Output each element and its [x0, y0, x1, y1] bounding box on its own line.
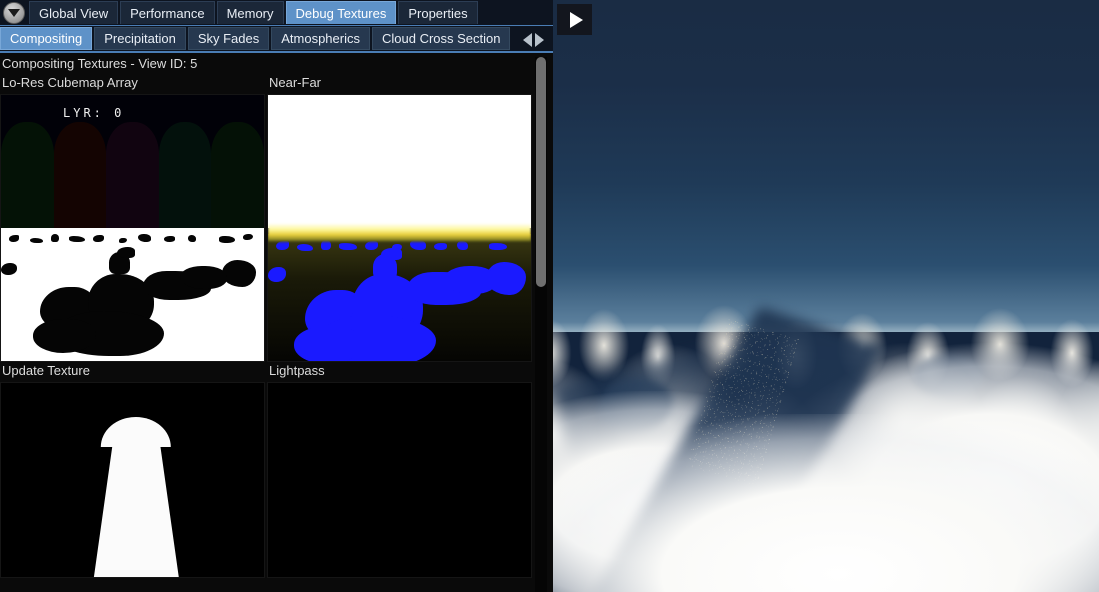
cubemap-face: [53, 121, 107, 229]
cubemap-face: [158, 121, 212, 229]
texture-row-1: LYR: 0: [0, 94, 553, 363]
texture-label-update-texture: Update Texture: [2, 363, 90, 379]
near-far-ground-region: [268, 233, 531, 362]
texture-preview-lo-res-cubemap-array[interactable]: LYR: 0: [0, 94, 265, 363]
cubemap-face: [1, 121, 54, 229]
chevron-down-icon: [8, 9, 20, 17]
texture-label-row-2: Update Texture Lightpass: [0, 362, 553, 383]
frustum-shape: [92, 439, 181, 578]
cubemap-sky-region: [1, 95, 264, 229]
triangle-left-icon[interactable]: [522, 32, 532, 47]
cubemap-face: [106, 121, 159, 229]
subtab-compositing[interactable]: Compositing: [0, 27, 93, 50]
render-viewport[interactable]: [553, 0, 1099, 592]
circle-dropdown-icon[interactable]: [3, 2, 25, 24]
texture-preview-near-far[interactable]: [267, 94, 532, 363]
panel-scrollbar-track[interactable]: [535, 57, 547, 592]
tab-memory[interactable]: Memory: [216, 1, 284, 24]
texture-label-lo-res-cubemap-array: Lo-Res Cubemap Array: [2, 75, 138, 91]
play-icon: [569, 11, 583, 28]
texture-label-lightpass: Lightpass: [269, 363, 325, 379]
cloud-field: [553, 0, 1099, 592]
application-window: Global View Performance Memory Debug Tex…: [0, 0, 1099, 592]
tab-debug-textures[interactable]: Debug Textures: [285, 1, 397, 24]
subtab-sky-fades[interactable]: Sky Fades: [187, 27, 270, 50]
tab-properties[interactable]: Properties: [398, 1, 478, 24]
texture-label-near-far: Near-Far: [269, 75, 322, 91]
main-tab-bar: Global View Performance Memory Debug Tex…: [0, 0, 553, 26]
cubemap-coverage-region: [1, 228, 264, 362]
texture-label-row-1: Lo-Res Cubemap Array Near-Far: [0, 74, 553, 95]
layer-index-overlay: LYR: 0: [63, 106, 125, 121]
cubemap-face-arches: [1, 95, 264, 229]
subtab-cloud-cross-section[interactable]: Cloud Cross Section: [371, 27, 511, 50]
debug-panel-body: Compositing Textures - View ID: 5 Lo-Res…: [0, 53, 553, 590]
texture-preview-lightpass[interactable]: [267, 382, 532, 579]
near-far-sky-region: [268, 95, 531, 229]
texture-row-2: [0, 382, 553, 579]
tab-performance[interactable]: Performance: [120, 1, 215, 24]
sub-tab-bar: Compositing Precipitation Sky Fades Atmo…: [0, 26, 553, 53]
near-far-horizon-band: [268, 222, 531, 242]
subtab-atmospherics[interactable]: Atmospherics: [271, 27, 370, 50]
panel-scrollbar-thumb[interactable]: [536, 57, 546, 287]
play-button[interactable]: [557, 4, 592, 35]
texture-preview-update-texture[interactable]: [0, 382, 265, 579]
tab-global-view[interactable]: Global View: [29, 1, 119, 24]
debug-panel: Global View Performance Memory Debug Tex…: [0, 0, 553, 592]
subtab-precipitation[interactable]: Precipitation: [94, 27, 186, 50]
cubemap-face: [211, 121, 264, 229]
view-id-title: Compositing Textures - View ID: 5: [2, 56, 198, 71]
cloud-layer-bottom: [553, 414, 1099, 592]
triangle-right-icon[interactable]: [534, 32, 544, 47]
subtab-scroll-arrows: [513, 26, 553, 51]
